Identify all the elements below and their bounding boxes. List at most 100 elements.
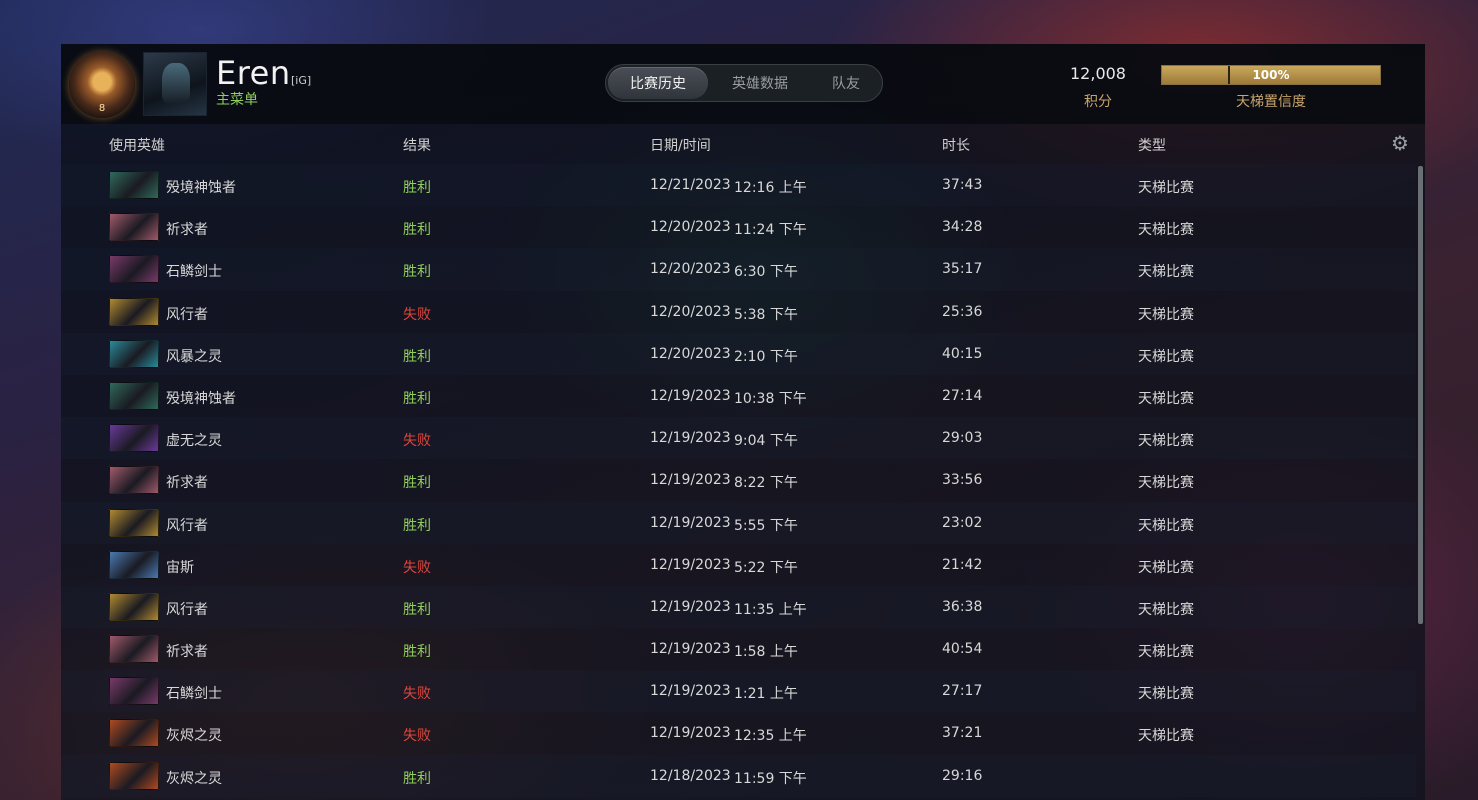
match-duration: 27:14 — [942, 387, 983, 404]
table-row[interactable]: 风行者 胜利 12/19/2023 5:55 下午 23:02 天梯比赛 — [61, 501, 1416, 544]
match-type: 天梯比赛 — [1138, 601, 1194, 618]
hero-name: 风行者 — [166, 517, 208, 534]
player-name: Eren — [216, 54, 291, 92]
hero-name: 宙斯 — [166, 559, 194, 576]
table-row[interactable]: 殁境神蚀者 胜利 12/21/2023 12:16 上午 37:43 天梯比赛 — [61, 164, 1416, 207]
main-menu-link[interactable]: 主菜单 — [216, 89, 258, 109]
match-history-panel: 8 Eren [iG] 主菜单 比赛历史 英雄数据 队友 12,008 积分 1… — [61, 44, 1425, 800]
table-row[interactable]: 祈求者 胜利 12/19/2023 8:22 下午 33:56 天梯比赛 — [61, 459, 1416, 501]
table-row[interactable]: 风行者 失败 12/20/2023 5:38 下午 25:36 天梯比赛 — [61, 291, 1416, 333]
match-duration: 23:02 — [942, 514, 983, 531]
match-type: 天梯比赛 — [1138, 475, 1194, 492]
table-row[interactable]: 风行者 胜利 12/19/2023 11:35 上午 36:38 天梯比赛 — [61, 585, 1416, 629]
table-row[interactable]: 灰烬之灵 胜利 12/18/2023 11:59 下午 29:16 — [61, 754, 1416, 797]
table-row[interactable]: 石鳞剑士 失败 12/19/2023 1:21 上午 27:17 天梯比赛 — [61, 670, 1416, 713]
match-date: 12/19/2023 — [650, 725, 731, 742]
column-duration[interactable]: 时长 — [942, 135, 970, 155]
match-type: 天梯比赛 — [1138, 644, 1194, 661]
match-date: 12/19/2023 — [650, 472, 731, 489]
match-time: 5:38 下午 — [734, 306, 798, 323]
hero-portrait-icon — [109, 719, 159, 748]
match-type: 天梯比赛 — [1138, 517, 1194, 534]
hero-portrait-icon — [109, 550, 159, 579]
hero-portrait-icon — [109, 592, 159, 621]
match-date: 12/19/2023 — [650, 387, 731, 404]
table-row[interactable]: 祈求者 胜利 12/20/2023 11:24 下午 34:28 天梯比赛 — [61, 206, 1416, 248]
match-time: 12:16 上午 — [734, 180, 807, 196]
column-result[interactable]: 结果 — [403, 135, 431, 155]
hero-name: 风暴之灵 — [166, 348, 222, 365]
team-tag: [iG] — [291, 74, 312, 87]
match-type: 天梯比赛 — [1138, 348, 1194, 365]
match-result: 胜利 — [403, 348, 431, 365]
hero-name: 殁境神蚀者 — [166, 180, 236, 196]
confidence-bar: 100% — [1161, 65, 1381, 85]
match-date: 12/18/2023 — [650, 767, 731, 784]
table-row[interactable]: 祈求者 胜利 12/19/2023 1:58 上午 40:54 天梯比赛 — [61, 628, 1416, 670]
tab-hero-stats[interactable]: 英雄数据 — [708, 67, 812, 99]
match-type: 天梯比赛 — [1138, 264, 1194, 281]
tab-teammates[interactable]: 队友 — [812, 67, 880, 99]
match-date: 12/19/2023 — [650, 514, 731, 531]
match-duration: 37:21 — [942, 725, 983, 742]
match-duration: 29:03 — [942, 430, 983, 447]
match-time: 5:22 下午 — [734, 559, 798, 576]
hero-name: 灰烬之灵 — [166, 728, 222, 745]
match-date: 12/19/2023 — [650, 556, 731, 573]
match-date: 12/20/2023 — [650, 219, 731, 236]
match-time: 5:55 下午 — [734, 517, 798, 534]
match-result: 胜利 — [403, 390, 431, 407]
match-time: 1:58 上午 — [734, 644, 798, 661]
match-time: 11:35 上午 — [734, 601, 807, 618]
tab-match-history[interactable]: 比赛历史 — [608, 67, 708, 99]
scrollbar[interactable] — [1418, 166, 1423, 624]
match-duration: 37:43 — [942, 177, 983, 193]
column-type[interactable]: 类型 — [1138, 135, 1166, 155]
match-duration: 27:17 — [942, 683, 983, 700]
match-result: 胜利 — [403, 770, 431, 787]
match-date: 12/20/2023 — [650, 261, 731, 278]
table-row[interactable]: 石鳞剑士 胜利 12/20/2023 6:30 下午 35:17 天梯比赛 — [61, 248, 1416, 291]
match-duration: 21:42 — [942, 556, 983, 573]
match-time: 8:22 下午 — [734, 475, 798, 492]
match-time: 10:38 下午 — [734, 390, 807, 407]
match-duration: 40:15 — [942, 345, 983, 362]
hero-name: 殁境神蚀者 — [166, 390, 236, 407]
match-type: 天梯比赛 — [1138, 728, 1194, 745]
table-row[interactable]: 风暴之灵 胜利 12/20/2023 2:10 下午 40:15 天梯比赛 — [61, 332, 1416, 375]
match-time: 12:35 上午 — [734, 728, 807, 745]
match-result: 胜利 — [403, 601, 431, 618]
table-row[interactable]: 灰烬之灵 失败 12/19/2023 12:35 上午 37:21 天梯比赛 — [61, 712, 1416, 754]
match-result: 胜利 — [403, 475, 431, 492]
hero-portrait-icon — [109, 424, 159, 453]
match-time: 11:24 下午 — [734, 222, 807, 239]
rank-medal-icon: 8 — [69, 52, 135, 118]
match-result: 胜利 — [403, 264, 431, 281]
table-header: 使用英雄 结果 日期/时间 时长 类型 ⚙ — [61, 124, 1425, 162]
match-duration: 25:36 — [942, 303, 983, 320]
match-result: 胜利 — [403, 222, 431, 239]
hero-portrait-icon — [109, 677, 159, 706]
hero-name: 灰烬之灵 — [166, 770, 222, 787]
match-result: 胜利 — [403, 517, 431, 534]
table-row[interactable]: 殁境神蚀者 胜利 12/19/2023 10:38 下午 27:14 天梯比赛 — [61, 375, 1416, 417]
player-avatar[interactable] — [143, 52, 207, 116]
hero-name: 风行者 — [166, 306, 208, 323]
match-date: 12/19/2023 — [650, 430, 731, 447]
hero-name: 祈求者 — [166, 222, 208, 239]
gear-icon[interactable]: ⚙ — [1391, 133, 1411, 153]
hero-portrait-icon — [109, 297, 159, 326]
table-row[interactable]: 宙斯 失败 12/19/2023 5:22 下午 21:42 天梯比赛 — [61, 544, 1416, 586]
match-result: 失败 — [403, 728, 431, 745]
column-datetime[interactable]: 日期/时间 — [650, 135, 711, 155]
match-duration: 34:28 — [942, 219, 983, 236]
column-hero[interactable]: 使用英雄 — [109, 135, 165, 155]
match-result: 失败 — [403, 559, 431, 576]
match-duration: 36:38 — [942, 598, 983, 615]
table-row[interactable]: 虚无之灵 失败 12/19/2023 9:04 下午 29:03 天梯比赛 — [61, 417, 1416, 460]
profile-header: 8 Eren [iG] 主菜单 比赛历史 英雄数据 队友 12,008 积分 1… — [61, 44, 1425, 124]
match-time: 6:30 下午 — [734, 264, 798, 281]
match-time: 11:59 下午 — [734, 770, 807, 787]
score-value: 12,008 — [1070, 64, 1126, 83]
hero-name: 虚无之灵 — [166, 433, 222, 450]
